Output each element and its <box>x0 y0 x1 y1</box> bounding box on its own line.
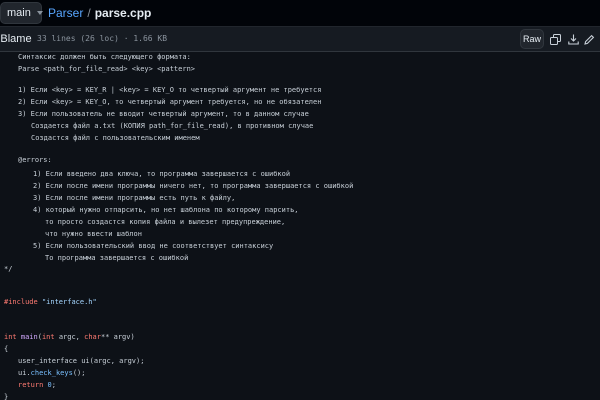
edit-button[interactable] <box>580 29 598 49</box>
file-info: 33 lines (26 loc) · 1.66 KB <box>37 34 168 43</box>
branch-selector-button[interactable]: main <box>0 2 43 24</box>
copy-button[interactable] <box>546 29 564 49</box>
code-line: То программа завершается с ошибкой <box>45 254 189 262</box>
code-line: } <box>4 393 9 400</box>
include-path: "interface.h" <box>41 298 97 306</box>
code-line: Создается файл a.txt (КОПИЯ path_for_fil… <box>31 122 314 130</box>
code-line: { <box>4 345 9 353</box>
keyword: char <box>84 333 101 341</box>
code-line: #include "interface.h" <box>4 297 97 308</box>
code-line: 1) Если введено два ключа, то программа … <box>33 170 291 178</box>
breadcrumb-folder-link[interactable]: Parser <box>48 6 83 20</box>
code-line: 2) Если после имени программы ничего нет… <box>33 182 354 190</box>
keyword: int <box>4 333 17 341</box>
code-token: ** argv) <box>100 333 135 341</box>
function-name: main <box>20 333 38 341</box>
breadcrumb: Parser / parse.cpp <box>48 6 151 20</box>
code-token: (); <box>72 369 86 377</box>
code-token: ; <box>51 381 56 389</box>
branch-name: main <box>7 7 31 19</box>
function-call: check_keys <box>30 369 73 377</box>
breadcrumb-file-name: parse.cpp <box>94 6 152 20</box>
breadcrumb-separator: / <box>87 6 91 20</box>
code-view: Синтаксис должен быть следующего формата… <box>0 52 600 400</box>
code-line: Синтаксис должен быть следующего формата… <box>18 53 191 61</box>
code-line: то просто создастся копия файла и вылезе… <box>45 218 286 226</box>
code-line: ui.check_keys(); <box>18 368 85 379</box>
code-line: 3) Если пользователь не вводит четвертый… <box>18 110 309 118</box>
top-bar: main Parser / parse.cpp <box>0 0 600 27</box>
code-token: ui. <box>18 369 31 377</box>
code-line: return 0; <box>18 380 56 391</box>
include-directive: #include <box>4 298 38 306</box>
code-line: @errors: <box>18 156 52 164</box>
code-token: argc, <box>54 333 85 341</box>
chevron-down-icon <box>36 11 43 15</box>
code-line: 5) Если пользовательский ввод не соответ… <box>33 242 274 250</box>
code-line: что нужно ввести шаблон <box>45 230 142 238</box>
keyword: return <box>18 381 44 389</box>
edit-icon <box>583 34 594 45</box>
code-line: */ <box>4 265 13 273</box>
keyword: int <box>41 333 55 341</box>
copy-icon <box>549 33 561 45</box>
code-line: 2) Если <key> = KEY_O, то четвертый аргу… <box>18 98 322 106</box>
code-line: int main(int argc, char** argv) <box>4 332 135 343</box>
code-line: 3) Если после имени программы есть путь … <box>33 194 236 202</box>
code-line: Создастся файл с пользовательским именем <box>31 134 200 142</box>
code-line: 1) Если <key> = KEY_R | <key> = KEY_O то… <box>18 86 322 94</box>
file-header: Blame 33 lines (26 loc) · 1.66 KB Raw <box>0 27 600 52</box>
code-line: Parse <path_for_file_read> <key> <patter… <box>18 65 196 73</box>
download-icon <box>567 34 579 45</box>
code-line: user_interface ui(argc, argv); <box>18 357 145 365</box>
raw-button[interactable]: Raw <box>520 29 544 49</box>
code-line: 4) который нужно отпарсить, но нет шабло… <box>33 206 299 214</box>
tab-blame[interactable]: Blame <box>0 27 32 51</box>
